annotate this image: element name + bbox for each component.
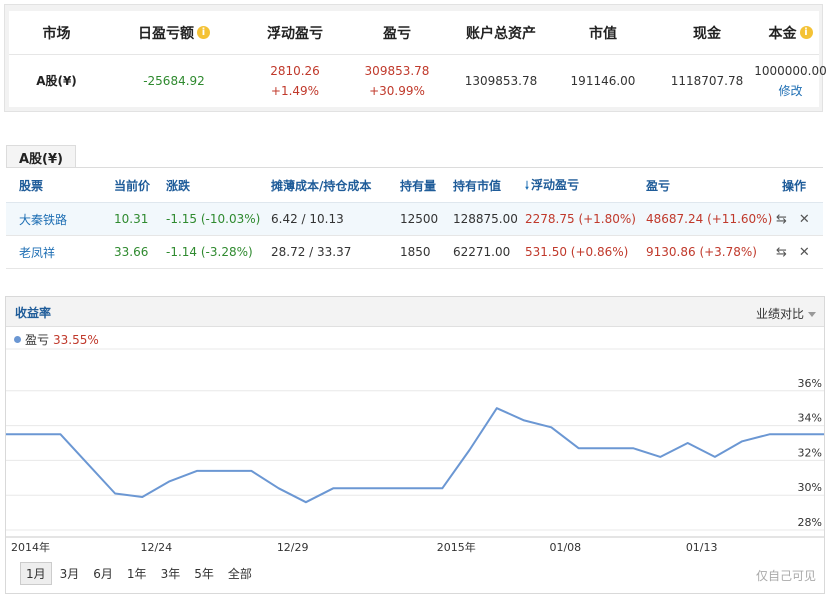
x-tick-label: 01/13 xyxy=(686,541,718,554)
header-daily-pl: 日盈亏额 i xyxy=(104,11,244,54)
quantity: 1850 xyxy=(400,245,431,259)
legend-series-name: 盈亏 xyxy=(25,333,50,347)
x-tick-label: 2015年 xyxy=(437,540,476,554)
price-change: -1.15 (-10.03%) xyxy=(166,212,261,226)
y-tick-label: 32% xyxy=(798,446,822,459)
col-floating[interactable]: 🠓 浮动盈亏 xyxy=(525,176,579,196)
stock-name-link[interactable]: 老凤祥 xyxy=(19,244,55,261)
floating-pl: 531.50 (+0.86%) xyxy=(525,245,629,259)
floating-pl: 2278.75 (+1.80%) xyxy=(525,212,636,226)
summary-cash: 1118707.78 xyxy=(670,74,744,88)
y-tick-label: 28% xyxy=(798,516,822,529)
cost-basis: 6.42 / 10.13 xyxy=(271,212,344,226)
header-market-value: 市值 xyxy=(589,25,617,42)
y-tick-label: 34% xyxy=(798,412,822,425)
total-pl: 9130.86 (+3.78%) xyxy=(646,245,757,259)
stock-name-link[interactable]: 大秦铁路 xyxy=(19,211,67,228)
price-change: -1.14 (-3.28%) xyxy=(166,245,253,259)
summary-header-row: 市场 日盈亏额 i 浮动盈亏 盈亏 账户总资产 市值 现金 本金 i xyxy=(9,11,819,55)
info-icon[interactable]: i xyxy=(799,26,813,39)
range-button[interactable]: 全部 xyxy=(222,562,258,585)
header-principal: 本金 i xyxy=(762,11,819,54)
table-row: 老凤祥 33.66 -1.14 (-3.28%) 28.72 / 33.37 1… xyxy=(6,236,823,269)
summary-daily-pl: -25684.92 xyxy=(143,74,205,88)
holding-value: 62271.00 xyxy=(453,245,511,259)
return-line-chart: 28% 30% 32% 34% 36% 2014年 12/24 12/29 2015年 01/08… xyxy=(6,348,824,554)
chart-header: 收益率 业绩对比 xyxy=(6,297,824,327)
range-button[interactable]: 3年 xyxy=(155,562,187,585)
transfer-icon[interactable]: ⇆ xyxy=(776,212,787,227)
current-price: 10.31 xyxy=(114,212,149,226)
summary-market-value: 191146.00 xyxy=(570,74,636,88)
current-price: 33.66 xyxy=(114,245,149,259)
summary-floating-pl: 2810.26 +1.49% xyxy=(270,64,320,98)
x-tick-label: 2014年 xyxy=(11,540,50,554)
range-selector: 1月 3月 6月 1年 3年 5年 全部 xyxy=(20,562,258,585)
info-icon[interactable]: i xyxy=(197,26,210,39)
range-button[interactable]: 1月 xyxy=(20,562,52,585)
summary-pl: 309853.78 +30.99% xyxy=(364,64,430,98)
sort-down-icon: 🠓 xyxy=(525,178,529,192)
chart-legend: 盈亏 33.55% xyxy=(14,331,99,348)
header-market: 市场 xyxy=(42,25,71,42)
transfer-icon[interactable]: ⇆ xyxy=(776,245,787,260)
x-tick-label: 12/24 xyxy=(140,541,172,554)
summary-total-assets: 1309853.78 xyxy=(464,74,538,88)
y-tick-label: 30% xyxy=(798,481,822,494)
close-icon[interactable]: ✕ xyxy=(799,245,810,260)
header-cash: 现金 xyxy=(693,25,721,42)
private-note: 仅自己可见 xyxy=(755,569,816,583)
holding-value: 128875.00 xyxy=(453,212,518,226)
col-value[interactable]: 持有市值 xyxy=(453,177,501,194)
chart-title: 收益率 xyxy=(15,306,52,320)
edit-principal-link[interactable]: 修改 xyxy=(778,81,802,101)
table-row: 大秦铁路 10.31 -1.15 (-10.03%) 6.42 / 10.13 … xyxy=(6,203,823,236)
performance-compare-dropdown[interactable]: 业绩对比 xyxy=(756,305,816,322)
legend-series-value: 33.55% xyxy=(53,332,99,347)
series-line-pl xyxy=(6,407,824,504)
summary-market: A股(¥) xyxy=(36,74,77,88)
header-floating-pl: 浮动盈亏 xyxy=(267,25,323,42)
col-ops: 操作 xyxy=(782,179,807,193)
account-summary-table: 市场 日盈亏额 i 浮动盈亏 盈亏 账户总资产 市值 现金 本金 i A股(¥) -… xyxy=(9,11,827,107)
col-stock[interactable]: 股票 xyxy=(19,177,43,194)
close-icon[interactable]: ✕ xyxy=(799,212,810,227)
header-pl: 盈亏 xyxy=(383,25,411,42)
chevron-down-icon xyxy=(808,312,816,317)
y-tick-label: 36% xyxy=(798,377,822,390)
account-summary: 市场 日盈亏额 i 浮动盈亏 盈亏 账户总资产 市值 现金 本金 i A股(¥) -… xyxy=(4,4,827,112)
range-button[interactable]: 5年 xyxy=(188,562,220,585)
x-tick-label: 12/29 xyxy=(277,541,309,554)
range-button[interactable]: 1年 xyxy=(121,562,153,585)
summary-principal: 1000000.00 修改 xyxy=(754,55,827,107)
row-actions: ⇆ ✕ xyxy=(776,212,810,227)
return-chart-panel: 28% 30% 32% 34% 36% 2014年 12/24 12/29 2015年 01/08… xyxy=(5,296,825,594)
col-pl[interactable]: 盈亏 xyxy=(646,177,670,194)
col-price[interactable]: 当前价 xyxy=(114,177,150,194)
x-tick-label: 01/08 xyxy=(549,541,581,554)
col-change[interactable]: 涨跌 xyxy=(166,177,190,194)
quantity: 12500 xyxy=(400,212,439,226)
total-pl: 48687.24 (+11.60%) xyxy=(646,212,773,226)
legend-dot-icon xyxy=(14,336,21,343)
range-button[interactable]: 6月 xyxy=(87,562,119,585)
holdings-table: 股票 当前价 涨跌 摊薄成本/持仓成本 持有量 持有市值 🠓 浮动盈亏 盈亏 操作… xyxy=(6,167,823,269)
cost-basis: 28.72 / 33.37 xyxy=(271,245,352,259)
col-qty[interactable]: 持有量 xyxy=(400,177,436,194)
range-button[interactable]: 3月 xyxy=(54,562,86,585)
holdings-header-row: 股票 当前价 涨跌 摊薄成本/持仓成本 持有量 持有市值 🠓 浮动盈亏 盈亏 操作 xyxy=(6,169,823,203)
header-total-assets: 账户总资产 xyxy=(466,25,536,42)
tab-a-shares[interactable]: A股(¥) xyxy=(6,145,76,168)
summary-data-row: A股(¥) -25684.92 2810.26 +1.49% 309853.78 +… xyxy=(9,55,827,107)
row-actions: ⇆ ✕ xyxy=(776,245,810,260)
col-cost[interactable]: 摊薄成本/持仓成本 xyxy=(271,177,371,194)
